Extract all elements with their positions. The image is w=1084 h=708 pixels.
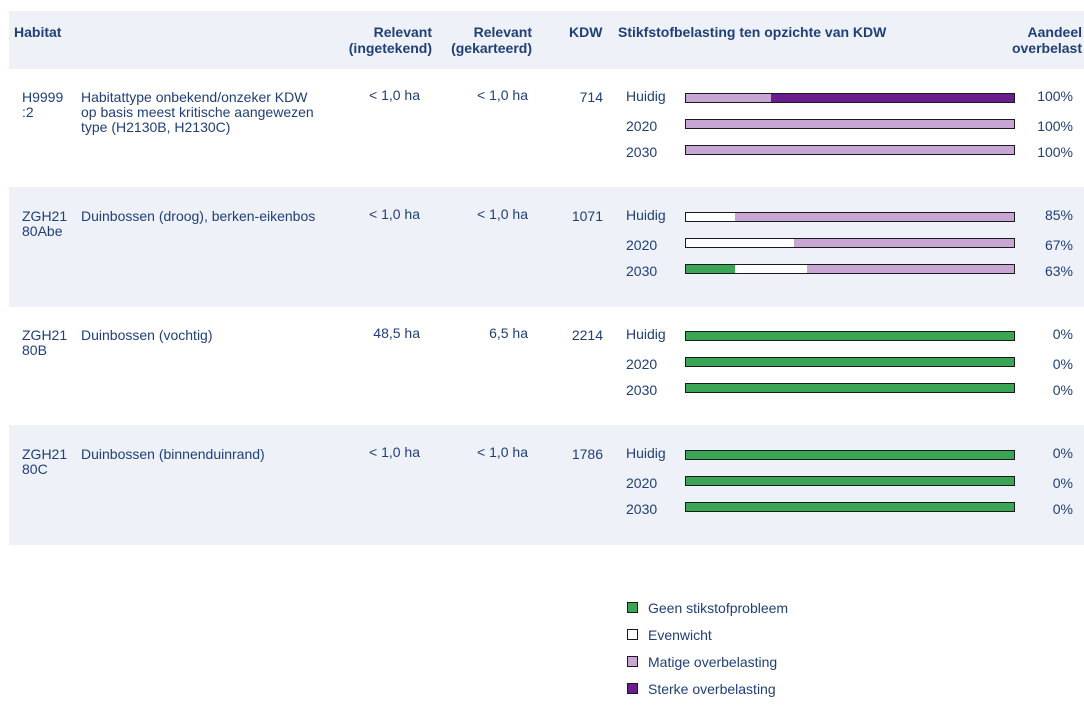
header-stikstofbelasting: Stikfstofbelasting ten opzichte van KDW bbox=[618, 24, 887, 40]
year-label: Huidig bbox=[626, 445, 666, 461]
bar-segment-evenwicht bbox=[686, 239, 795, 247]
header-aandeel-overbelast: Aandeel overbelast bbox=[1012, 24, 1082, 56]
bar-segment-matig bbox=[686, 94, 772, 102]
aandeel-overbelast-value: 63% bbox=[1044, 263, 1073, 279]
relevant-ingetekend-value: < 1,0 ha bbox=[369, 206, 420, 222]
aandeel-overbelast-value: 0% bbox=[1052, 356, 1073, 372]
kdw-value: 2214 bbox=[571, 327, 603, 343]
bar-segment-geen bbox=[686, 358, 1014, 366]
year-label: 2030 bbox=[626, 501, 658, 517]
aandeel-overbelast-value: 0% bbox=[1052, 501, 1073, 517]
kdw-value: 1786 bbox=[571, 446, 603, 462]
header-relevant-ingetekend-line2: (ingetekend) bbox=[348, 40, 432, 56]
year-label: Huidig bbox=[626, 207, 666, 223]
aandeel-overbelast-value: 0% bbox=[1052, 326, 1073, 342]
year-label: 2020 bbox=[626, 356, 658, 372]
table-row: H9999 :2 Habitattype onbekend/onzeker KDW… bbox=[9, 68, 1084, 188]
bar-segment-matig bbox=[794, 239, 1014, 247]
legend-label: Geen stikstofprobleem bbox=[648, 600, 789, 616]
aandeel-overbelast-value: 100% bbox=[1037, 118, 1073, 134]
bar-segment-matig bbox=[735, 213, 1014, 221]
year-label: 2020 bbox=[626, 118, 658, 134]
stikstof-bar bbox=[685, 238, 1015, 248]
bar-segment-matig bbox=[686, 146, 1014, 154]
stikstof-bar bbox=[685, 383, 1015, 393]
stikstof-bar bbox=[685, 331, 1015, 341]
bar-segment-geen bbox=[686, 384, 1014, 392]
bar-segment-geen bbox=[686, 332, 1014, 340]
bar-segment-geen bbox=[686, 477, 1014, 485]
year-label: 2020 bbox=[626, 475, 658, 491]
bar-segment-evenwicht bbox=[686, 213, 736, 221]
habitat-name: Duinbossen (vochtig) bbox=[81, 327, 213, 343]
header-relevant-gekarteerd-line2: (gekarteerd) bbox=[451, 40, 532, 56]
aandeel-overbelast-value: 0% bbox=[1052, 445, 1073, 461]
kdw-value: 1071 bbox=[571, 208, 603, 224]
relevant-ingetekend-value: < 1,0 ha bbox=[369, 87, 420, 103]
stikstof-bar bbox=[685, 450, 1015, 460]
legend-swatch bbox=[627, 602, 638, 613]
aandeel-overbelast-value: 0% bbox=[1052, 475, 1073, 491]
bar-segment-matig bbox=[686, 120, 1014, 128]
year-label: Huidig bbox=[626, 326, 666, 342]
relevant-gekarteerd-value: < 1,0 ha bbox=[477, 87, 528, 103]
habitat-code: ZGH21 80Abe bbox=[22, 208, 68, 239]
table-row: ZGH21 80C Duinbossen (binnenduinrand) < 1,… bbox=[9, 425, 1084, 545]
legend-swatch bbox=[627, 683, 638, 694]
header-kdw: KDW bbox=[569, 24, 603, 40]
aandeel-overbelast-value: 100% bbox=[1037, 88, 1073, 104]
legend-label: Matige overbelasting bbox=[648, 654, 778, 670]
habitat-name: Duinbossen (droog), berken-eikenbos bbox=[81, 208, 316, 224]
header-relevant-ingetekend: Relevant (ingetekend) bbox=[349, 24, 432, 56]
aandeel-overbelast-value: 85% bbox=[1044, 207, 1073, 223]
relevant-ingetekend-value: < 1,0 ha bbox=[369, 444, 420, 460]
bar-segment-geen bbox=[686, 451, 1014, 459]
bar-segment-geen bbox=[686, 265, 736, 273]
bar-segment-sterk bbox=[771, 94, 1014, 102]
year-label: Huidig bbox=[626, 88, 666, 104]
legend-swatch bbox=[627, 656, 638, 667]
habitat-code: ZGH21 80C bbox=[22, 446, 68, 477]
header-relevant-ingetekend-line1: Relevant bbox=[373, 24, 432, 40]
stikstof-bar bbox=[685, 502, 1015, 512]
header-relevant-gekarteerd: Relevant (gekarteerd) bbox=[451, 24, 532, 56]
table-header: Habitat Relevant (ingetekend) Relevant (… bbox=[9, 11, 1084, 69]
year-label: 2030 bbox=[626, 144, 658, 160]
legend-label: Evenwicht bbox=[648, 627, 712, 643]
bar-segment-matig bbox=[807, 265, 1014, 273]
bar-segment-geen bbox=[686, 503, 1014, 511]
stikstof-bar bbox=[685, 119, 1015, 129]
legend-swatch bbox=[627, 629, 638, 640]
relevant-gekarteerd-value: < 1,0 ha bbox=[477, 206, 528, 222]
header-aandeel-line1: Aandeel bbox=[1027, 24, 1082, 40]
habitat-code: H9999 :2 bbox=[22, 89, 64, 120]
stikstof-bar bbox=[685, 357, 1015, 367]
stikstof-bar bbox=[685, 264, 1015, 274]
habitat-name: Habitattype onbekend/onzeker KDW op basi… bbox=[81, 89, 314, 135]
aandeel-overbelast-value: 0% bbox=[1052, 382, 1073, 398]
stikstof-bar bbox=[685, 476, 1015, 486]
table-row: ZGH21 80Abe Duinbossen (droog), berken-ei… bbox=[9, 187, 1084, 307]
header-aandeel-line2: overbelast bbox=[1011, 40, 1082, 56]
table-row: ZGH21 80B Duinbossen (vochtig) 48,5 ha 6,5 … bbox=[9, 306, 1084, 426]
stikstof-bar bbox=[685, 212, 1015, 222]
habitat-code: ZGH21 80B bbox=[22, 327, 68, 358]
relevant-gekarteerd-value: < 1,0 ha bbox=[477, 444, 528, 460]
year-label: 2030 bbox=[626, 263, 658, 279]
stikstof-bar bbox=[685, 93, 1015, 103]
stikstof-bar bbox=[685, 145, 1015, 155]
relevant-gekarteerd-value: 6,5 ha bbox=[489, 325, 528, 341]
year-label: 2020 bbox=[626, 237, 658, 253]
header-habitat: Habitat bbox=[14, 24, 62, 40]
aandeel-overbelast-value: 67% bbox=[1044, 237, 1073, 253]
header-relevant-gekarteerd-line1: Relevant bbox=[473, 24, 532, 40]
aandeel-overbelast-value: 100% bbox=[1037, 144, 1073, 160]
habitat-name: Duinbossen (binnenduinrand) bbox=[81, 446, 265, 462]
bar-segment-evenwicht bbox=[735, 265, 808, 273]
year-label: 2030 bbox=[626, 382, 658, 398]
relevant-ingetekend-value: 48,5 ha bbox=[373, 325, 420, 341]
kdw-value: 714 bbox=[579, 89, 603, 105]
